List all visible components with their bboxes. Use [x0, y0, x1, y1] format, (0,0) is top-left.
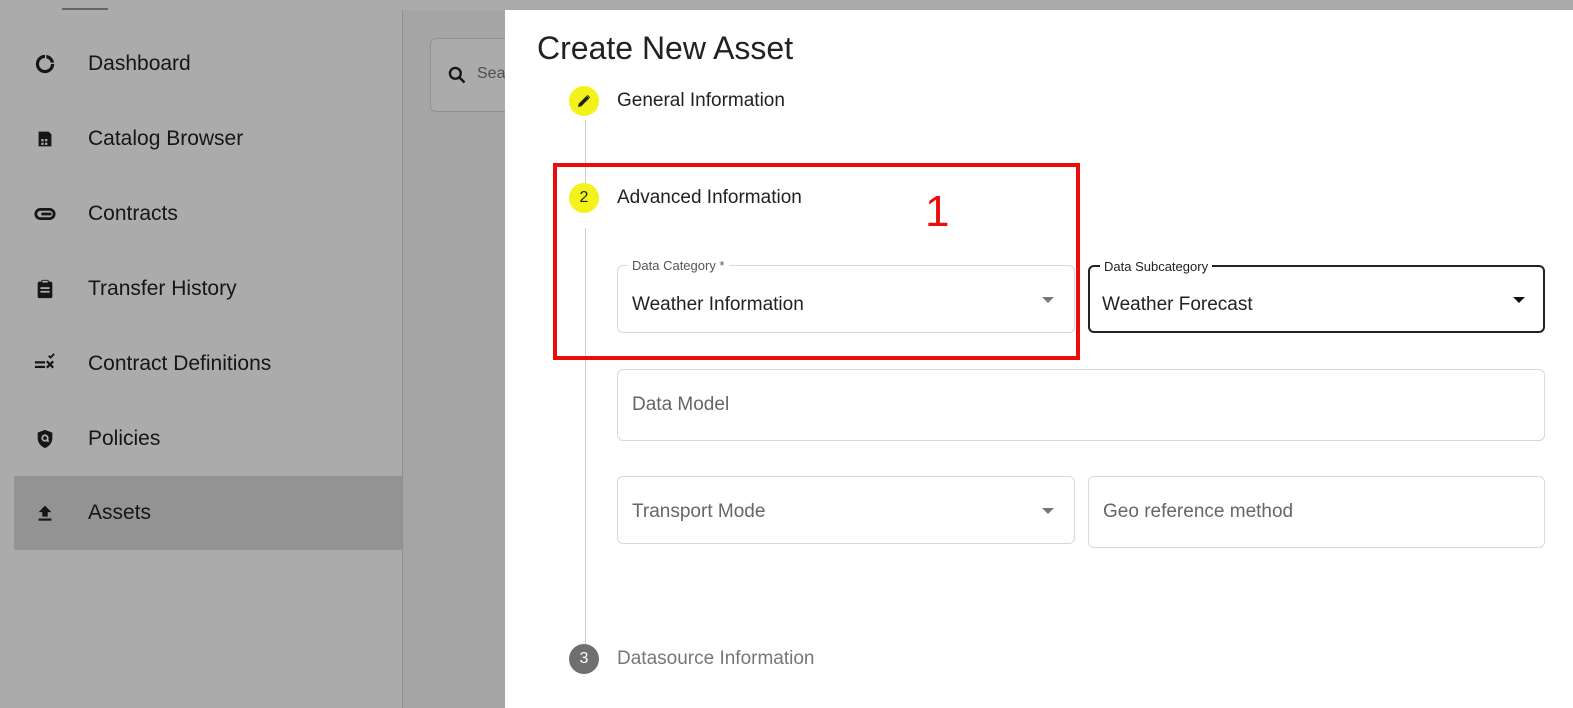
dialog-title: Create New Asset	[537, 30, 794, 66]
field-label: Data Subcategory	[1100, 259, 1213, 274]
field-value: Weather Forecast	[1102, 294, 1253, 315]
field-placeholder: Geo reference method	[1103, 501, 1294, 522]
step-label: Datasource Information	[617, 648, 815, 669]
step-badge-completed	[569, 86, 599, 116]
field-placeholder: Transport Mode	[632, 501, 766, 522]
data-model-input[interactable]: Data Model	[617, 369, 1545, 441]
field-placeholder: Data Model	[632, 394, 730, 415]
chevron-down-icon	[1042, 508, 1054, 514]
pencil-icon	[578, 94, 591, 107]
annotation-highlight-box	[553, 163, 1080, 360]
transport-mode-select[interactable]: Transport Mode	[617, 476, 1075, 544]
chevron-down-icon	[1513, 297, 1525, 303]
data-subcategory-select[interactable]: Data Subcategory Weather Forecast	[1088, 259, 1545, 333]
annotation-label: 1	[925, 187, 950, 236]
step-label: General Information	[617, 90, 785, 111]
step-general-information[interactable]: General Information	[569, 86, 785, 116]
step-badge: 3	[569, 644, 599, 674]
geo-reference-method-input[interactable]: Geo reference method	[1088, 476, 1545, 548]
step-datasource-information[interactable]: 3 Datasource Information	[569, 644, 815, 674]
